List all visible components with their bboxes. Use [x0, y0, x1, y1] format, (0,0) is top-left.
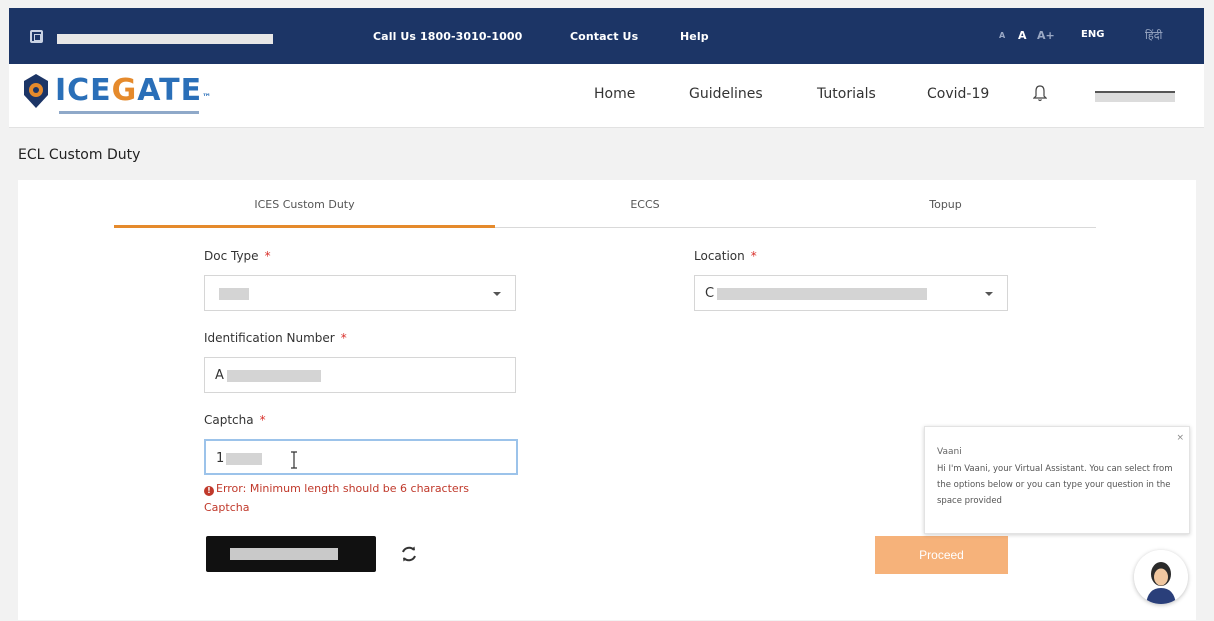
font-decrease-button[interactable]: A [999, 31, 1005, 40]
identification-input[interactable]: A [204, 357, 516, 393]
text-cursor-icon [291, 451, 297, 469]
error-icon: ! [204, 486, 214, 496]
assistant-avatar-icon [1134, 550, 1188, 604]
captcha-image [206, 536, 376, 572]
doc-type-select[interactable] [204, 275, 516, 311]
refresh-icon[interactable] [400, 545, 418, 563]
app-grid-icon[interactable] [30, 30, 43, 43]
chevron-down-icon [985, 292, 993, 296]
assistant-name: Vaani [937, 447, 962, 457]
redacted-value [230, 548, 338, 560]
tab-eccs[interactable]: ECCS [495, 180, 795, 228]
captcha-error-field: Captcha [204, 501, 250, 514]
icegate-logo[interactable]: ICEGATE™ [55, 76, 212, 113]
location-select[interactable]: C [694, 275, 1008, 311]
language-eng-button[interactable]: ENG [1081, 29, 1104, 40]
contact-us-link[interactable]: Contact Us [570, 30, 638, 43]
bell-icon[interactable] [1033, 84, 1047, 102]
logo-tagline [59, 111, 199, 114]
font-increase-button[interactable]: A+ [1037, 29, 1055, 42]
user-menu[interactable] [1095, 91, 1175, 102]
tab-ices-custom-duty[interactable]: ICES Custom Duty [114, 180, 495, 228]
captcha-error: ! Error: Minimum length should be 6 chara… [204, 482, 469, 496]
nav-guidelines[interactable]: Guidelines [689, 86, 763, 102]
tab-topup[interactable]: Topup [795, 180, 1096, 228]
proceed-button[interactable]: Proceed [875, 536, 1008, 574]
redacted-text [57, 34, 273, 44]
call-us-link[interactable]: Call Us 1800-3010-1000 [373, 30, 522, 43]
captcha-input[interactable]: 1 [204, 439, 518, 475]
virtual-assistant-popup: × Vaani Hi I'm Vaani, your Virtual Assis… [924, 426, 1190, 534]
main-nav: ICEGATE™ Home Guidelines Tutorials Covid… [9, 64, 1204, 128]
chatbot-avatar[interactable] [1134, 550, 1188, 604]
help-link[interactable]: Help [680, 30, 709, 43]
nav-covid[interactable]: Covid-19 [927, 86, 989, 102]
nav-tutorials[interactable]: Tutorials [817, 86, 876, 102]
font-normal-button[interactable]: A [1018, 29, 1027, 42]
nav-home[interactable]: Home [594, 86, 635, 102]
captcha-label: Captcha * [204, 413, 266, 427]
form-card: ICES Custom Duty ECCS Topup Doc Type * Lo… [18, 180, 1196, 620]
assistant-message: Hi I'm Vaani, your Virtual Assistant. Yo… [937, 464, 1173, 506]
redacted-value [227, 370, 321, 382]
redacted-value [717, 288, 927, 300]
redacted-value [226, 453, 262, 465]
top-bar: Call Us 1800-3010-1000 Contact Us Help A… [9, 8, 1204, 64]
language-hindi-button[interactable]: हिंदी [1145, 28, 1162, 43]
identification-label: Identification Number * [204, 331, 347, 345]
close-icon[interactable]: × [1176, 433, 1184, 443]
location-label: Location * [694, 249, 757, 263]
tab-bar: ICES Custom Duty ECCS Topup [114, 180, 1096, 228]
emblem-logo-icon [24, 74, 48, 108]
chevron-down-icon [493, 292, 501, 296]
redacted-value [219, 288, 249, 300]
page-title: ECL Custom Duty [18, 147, 141, 163]
doc-type-label: Doc Type * [204, 249, 271, 263]
